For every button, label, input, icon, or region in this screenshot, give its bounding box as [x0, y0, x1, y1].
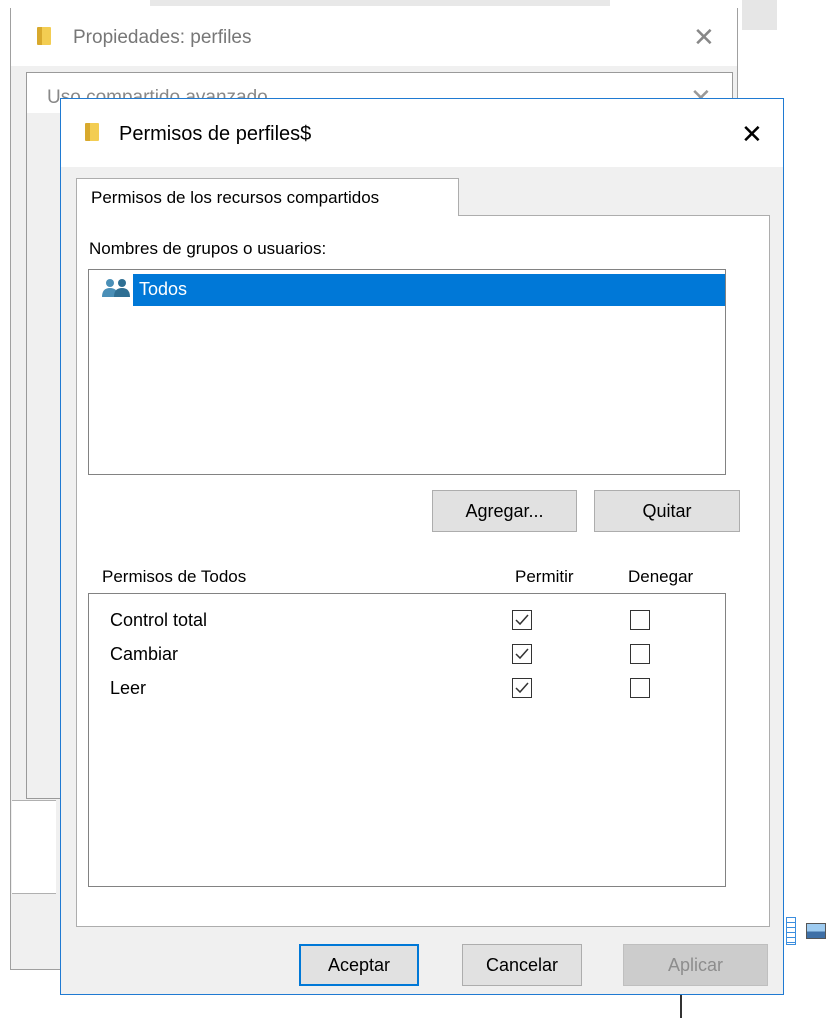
tab-share-permissions[interactable]: Permisos de los recursos compartidos — [76, 178, 459, 216]
folder-icon — [85, 123, 99, 141]
properties-close-icon[interactable]: ✕ — [693, 24, 715, 50]
deny-checkbox[interactable] — [630, 610, 650, 630]
ok-button[interactable]: Aceptar — [299, 944, 419, 986]
permission-name: Cambiar — [110, 644, 179, 664]
permission-row: Leer — [89, 674, 725, 704]
image-view-icon[interactable] — [806, 923, 826, 939]
deny-checkbox[interactable] — [630, 678, 650, 698]
allow-header: Permitir — [515, 567, 574, 586]
permission-row: Control total — [89, 606, 725, 636]
background-top-strip — [0, 0, 837, 30]
check-icon — [515, 614, 529, 626]
dialog-titlebar: Permisos de perfiles$ ✕ — [61, 99, 783, 167]
user-name: Todos — [139, 279, 188, 299]
permissions-label: Permisos de Todos — [102, 567, 247, 586]
permission-name: Control total — [110, 610, 208, 630]
background-blurred-text — [150, 0, 610, 6]
properties-titlebar: Propiedades: perfiles ✕ — [11, 8, 737, 66]
dialog-close-icon[interactable]: ✕ — [741, 121, 763, 147]
add-button[interactable]: Agregar... — [432, 490, 577, 532]
groups-label: Nombres de grupos o usuarios: — [89, 239, 327, 258]
deny-header: Denegar — [628, 567, 694, 586]
folder-icon — [37, 27, 51, 45]
allow-checkbox[interactable] — [512, 644, 532, 664]
permission-name: Leer — [110, 678, 147, 698]
deny-checkbox[interactable] — [630, 644, 650, 664]
properties-title: Propiedades: perfiles — [73, 27, 252, 48]
permissions-dialog: Permisos de perfiles$ ✕ Permisos de los … — [60, 98, 784, 995]
properties-lower-panel — [12, 800, 56, 894]
users-list[interactable]: Todos — [88, 269, 726, 475]
selection-highlight — [133, 274, 725, 306]
permissions-list: Control total Cambiar Leer — [88, 593, 726, 887]
users-group-icon — [102, 279, 130, 297]
dialog-title: Permisos de perfiles$ — [119, 123, 312, 145]
list-view-icon[interactable] — [786, 917, 796, 945]
check-icon — [515, 682, 529, 694]
background-gray-block — [742, 0, 777, 30]
cancel-button[interactable]: Cancelar — [462, 944, 582, 986]
list-item[interactable]: Todos — [91, 274, 725, 306]
permission-row: Cambiar — [89, 640, 725, 670]
allow-checkbox[interactable] — [512, 610, 532, 630]
check-icon — [515, 648, 529, 660]
remove-button[interactable]: Quitar — [594, 490, 740, 532]
apply-button[interactable]: Aplicar — [623, 944, 768, 986]
allow-checkbox[interactable] — [512, 678, 532, 698]
